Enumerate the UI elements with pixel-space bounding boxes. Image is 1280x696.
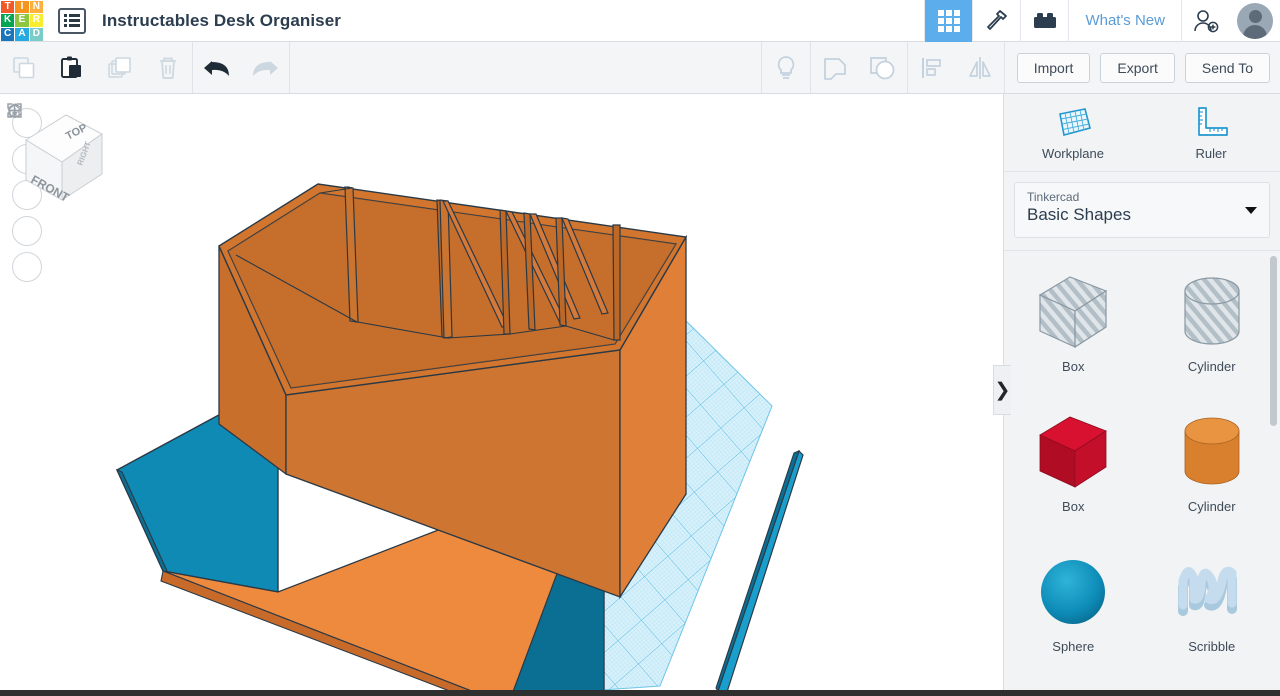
shape-sphere-solid[interactable]: Sphere [1004,531,1143,671]
ruler-tool-label: Ruler [1195,146,1227,161]
scribble-icon [1177,566,1237,616]
top-bar-actions: What's New [924,0,1280,42]
list-menu-icon[interactable] [58,7,86,34]
view-navigation: TOP FRONT RIGHT [6,102,116,288]
workplane-tool[interactable]: Workplane [1004,94,1142,171]
shapes-scrollbar[interactable] [1270,256,1277,426]
import-button[interactable]: Import [1016,52,1091,83]
tinkercad-logo[interactable]: T I N K E R C A D [0,0,44,42]
group-icon[interactable] [811,42,859,93]
shape-cylinder-solid[interactable]: Cylinder [1143,391,1280,531]
logo-tile-8: D [29,27,43,41]
shape-label: Box [1062,498,1085,514]
mirror-icon[interactable] [956,42,1004,93]
library-owner: Tinkercad [1027,190,1080,204]
cylinder-hole-icon [1184,276,1240,345]
shape-box-hole[interactable]: Box [1004,251,1143,391]
toolbar-divider-2 [289,42,290,93]
collapse-panel-button[interactable]: ❯ [993,365,1011,415]
undo-button[interactable] [193,42,241,93]
align-icon[interactable] [908,42,956,93]
3d-canvas[interactable]: TOP FRONT RIGHT [0,94,1003,696]
shape-label: Cylinder [1187,498,1236,514]
shapes-list[interactable]: Box Cylinder Box Cylinder Sphere Scribbl… [1004,250,1280,696]
ungroup-icon[interactable] [859,42,907,93]
ruler-icon [1198,107,1228,136]
shape-label: Sphere [1052,638,1095,654]
logo-tile-6: C [1,27,15,41]
blocks-brick-icon[interactable] [1020,0,1068,42]
box-solid-icon [1039,416,1108,488]
logo-tile-2: N [29,0,43,14]
invite-person-icon[interactable] [1182,0,1230,42]
light-bulb-icon[interactable] [762,42,810,93]
shape-cylinder-hole[interactable]: Cylinder [1143,251,1280,391]
tinkercad-window: T I N K E R C A D Instructables Desk Org… [0,0,1280,696]
edit-toolbar: Import Export Send To [0,42,1280,94]
shape-library-select[interactable]: Tinkercad Basic Shapes [1014,182,1270,238]
export-button[interactable]: Export [1100,52,1175,83]
designs-grid-icon[interactable] [924,0,973,42]
send-to-button[interactable]: Send To [1184,52,1270,83]
shape-label: Scribble [1188,638,1236,654]
zoom-out-button[interactable] [8,109,42,246]
logo-tile-5: R [29,14,43,27]
bottom-bar [0,690,1280,696]
duplicate-button[interactable] [96,42,144,93]
logo-tile-4: E [15,14,29,27]
paste-button[interactable] [48,42,96,93]
shape-box-solid[interactable]: Box [1004,391,1143,531]
shapes-panel: Workplane Ruler Tinkercad Basic Shapes B… [1003,94,1280,696]
delete-button[interactable] [144,42,192,93]
copy-button[interactable] [0,42,48,93]
page-title: Instructables Desk Organiser [102,10,342,30]
3d-scene [115,183,804,696]
shape-label: Cylinder [1187,358,1236,374]
workplane-tool-label: Workplane [1042,146,1104,161]
user-avatar[interactable] [1230,0,1280,42]
ruler-tool[interactable]: Ruler [1142,94,1280,171]
panel-tools: Workplane Ruler [1004,94,1280,172]
redo-button[interactable] [241,42,289,93]
logo-tile-0: T [1,0,15,14]
sphere-solid-icon [1041,559,1106,624]
chevron-down-icon [1245,207,1257,214]
learn-hammer-icon[interactable] [972,0,1020,42]
cube-ortho-icon [8,103,22,119]
workplane-grid-icon [1059,108,1091,136]
shape-label: Box [1062,358,1085,374]
whats-new-link[interactable]: What's New [1068,0,1182,42]
logo-tile-7: A [15,27,29,41]
box-hole-icon [1038,275,1108,348]
logo-tile-1: I [15,0,29,14]
top-bar: T I N K E R C A D Instructables Desk Org… [0,0,1280,42]
logo-tile-3: K [1,14,15,27]
cylinder-solid-icon [1184,417,1240,484]
shape-scribble[interactable]: Scribble [1143,531,1280,671]
perspective-toggle-button[interactable] [8,103,42,282]
library-collection: Basic Shapes [1027,205,1131,224]
